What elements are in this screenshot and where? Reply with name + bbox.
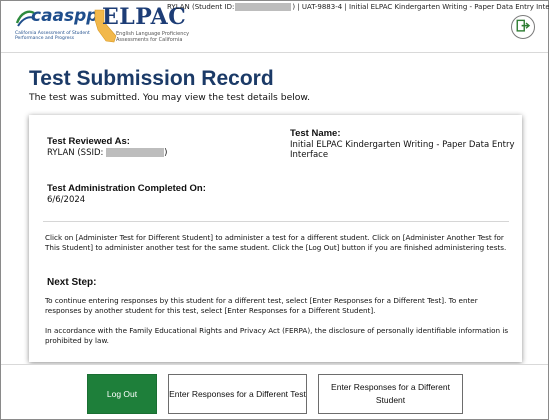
submission-record-card: Test Reviewed As: RYLAN (SSID: ) Test Na…: [29, 115, 522, 362]
reviewed-as-close: ): [164, 148, 168, 158]
different-test-button[interactable]: Enter Responses for a Different Test: [168, 374, 307, 414]
different-student-button[interactable]: Enter Responses for a Different Student: [318, 374, 463, 414]
student-info-bar: RYLAN (Student ID: ) | UAT-9883-4 | Initi…: [167, 3, 549, 11]
footer-action-bar: Log Out Enter Responses for a Different …: [1, 364, 548, 419]
log-out-button[interactable]: Log Out: [87, 374, 157, 414]
header: caaspp California Assessment of Student …: [1, 1, 549, 53]
next-step-text: To continue entering responses by this s…: [45, 296, 478, 316]
completed-on-value: 6/6/2024: [47, 195, 86, 205]
redacted-student-id: [235, 3, 292, 11]
page-title: Test Submission Record: [29, 67, 274, 90]
student-info-suffix: ) | UAT-9883-4 | Initial ELPAC Kindergar…: [292, 3, 549, 11]
reviewed-as-label: Test Reviewed As:: [47, 136, 130, 147]
instructions-text: Click on [Administer Test for Different …: [45, 233, 507, 253]
card-divider: [43, 221, 509, 222]
redacted-ssid: [106, 148, 165, 157]
test-name-label: Test Name:: [290, 128, 341, 139]
reviewed-as-value: RYLAN (SSID: ): [47, 148, 167, 158]
test-name-value: Initial ELPAC Kindergarten Writing - Pap…: [290, 140, 515, 160]
caaspp-logo-text: caaspp: [31, 6, 99, 26]
logout-door-icon[interactable]: [511, 15, 535, 39]
ferpa-notice: In accordance with the Family Educationa…: [45, 326, 509, 346]
student-info-prefix: RYLAN (Student ID:: [167, 3, 235, 11]
next-step-heading: Next Step:: [47, 277, 97, 288]
reviewed-as-name: RYLAN (SSID:: [47, 148, 104, 158]
page-subtitle: The test was submitted. You may view the…: [29, 92, 311, 103]
completed-on-label: Test Administration Completed On:: [47, 183, 206, 194]
elpac-tagline: English Language Proficiency Assessments…: [116, 31, 190, 43]
